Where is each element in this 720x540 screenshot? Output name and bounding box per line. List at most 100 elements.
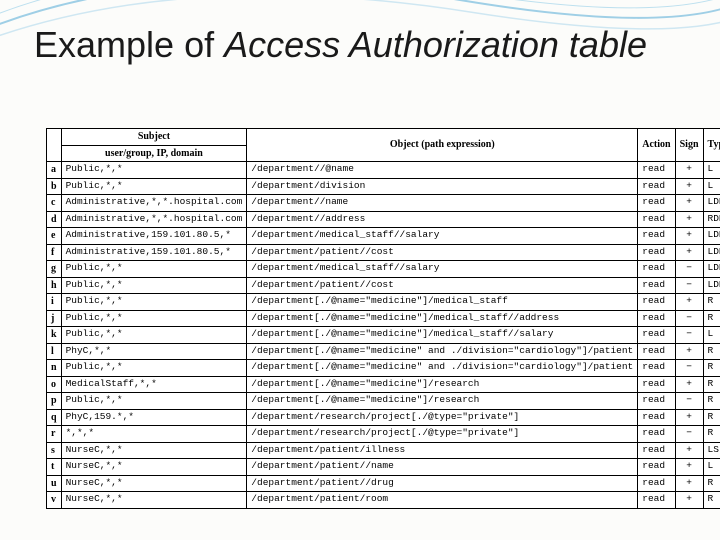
cell-type: R	[703, 310, 720, 327]
cell-type: R	[703, 376, 720, 393]
title-italic: Access Authorization table	[224, 24, 647, 65]
cell-subject: *,*,*	[61, 426, 247, 443]
cell-type: L	[703, 327, 720, 344]
cell-sign: −	[675, 310, 703, 327]
cell-type: LDH	[703, 261, 720, 278]
cell-type: L	[703, 162, 720, 179]
row-id: f	[47, 244, 62, 261]
header-blank	[47, 129, 62, 162]
cell-action: read	[638, 261, 675, 278]
cell-action: read	[638, 343, 675, 360]
cell-subject: Public,*,*	[61, 178, 247, 195]
table-row: r*,*,*/department/research/project[./@ty…	[47, 426, 720, 443]
cell-object: /department/medical_staff//salary	[247, 261, 638, 278]
cell-action: read	[638, 162, 675, 179]
row-id: b	[47, 178, 62, 195]
row-id: g	[47, 261, 62, 278]
table-row: gPublic,*,*/department/medical_staff//sa…	[47, 261, 720, 278]
cell-object: /department/division	[247, 178, 638, 195]
table-row: sNurseC,*,*/department/patient/illnessre…	[47, 442, 720, 459]
table-row: bPublic,*,*/department/divisionread+L	[47, 178, 720, 195]
row-id: q	[47, 409, 62, 426]
cell-type: LDH	[703, 244, 720, 261]
row-id: v	[47, 492, 62, 509]
cell-action: read	[638, 327, 675, 344]
row-id: e	[47, 228, 62, 245]
cell-object: /department[./@name="medicine"]/research	[247, 376, 638, 393]
cell-type: R	[703, 360, 720, 377]
cell-object: /department/research/project[./@type="pr…	[247, 426, 638, 443]
cell-action: read	[638, 376, 675, 393]
cell-action: read	[638, 459, 675, 476]
row-id: o	[47, 376, 62, 393]
cell-sign: +	[675, 178, 703, 195]
cell-sign: −	[675, 327, 703, 344]
cell-type: LDH	[703, 228, 720, 245]
cell-sign: +	[675, 409, 703, 426]
cell-object: /department/patient/illness	[247, 442, 638, 459]
cell-action: read	[638, 475, 675, 492]
cell-action: read	[638, 442, 675, 459]
cell-sign: +	[675, 492, 703, 509]
cell-subject: Public,*,*	[61, 327, 247, 344]
cell-type: R	[703, 393, 720, 410]
cell-object: /department/patient//cost	[247, 277, 638, 294]
row-id: k	[47, 327, 62, 344]
cell-subject: Public,*,*	[61, 360, 247, 377]
row-id: p	[47, 393, 62, 410]
cell-subject: Public,*,*	[61, 261, 247, 278]
cell-subject: NurseC,*,*	[61, 459, 247, 476]
cell-type: LDH	[703, 195, 720, 212]
table-row: eAdministrative,159.101.80.5,*/departmen…	[47, 228, 720, 245]
cell-action: read	[638, 409, 675, 426]
cell-type: R	[703, 426, 720, 443]
cell-action: read	[638, 294, 675, 311]
cell-sign: +	[675, 442, 703, 459]
cell-sign: +	[675, 475, 703, 492]
row-id: i	[47, 294, 62, 311]
cell-subject: Administrative,159.101.80.5,*	[61, 244, 247, 261]
header-subject-sub: user/group, IP, domain	[61, 145, 247, 162]
table-row: hPublic,*,*/department/patient//costread…	[47, 277, 720, 294]
cell-subject: NurseC,*,*	[61, 475, 247, 492]
row-id: d	[47, 211, 62, 228]
cell-object: /department/research/project[./@type="pr…	[247, 409, 638, 426]
cell-object: /department[./@name="medicine" and ./div…	[247, 360, 638, 377]
cell-sign: +	[675, 294, 703, 311]
table-row: pPublic,*,*/department[./@name="medicine…	[47, 393, 720, 410]
cell-sign: +	[675, 459, 703, 476]
cell-action: read	[638, 178, 675, 195]
authorization-table-container: Subject Object (path expression) Action …	[46, 128, 682, 509]
cell-object: /department/patient/room	[247, 492, 638, 509]
cell-subject: Administrative,*,*.hospital.com	[61, 195, 247, 212]
cell-subject: Public,*,*	[61, 162, 247, 179]
cell-object: /department[./@name="medicine"]/research	[247, 393, 638, 410]
row-id: s	[47, 442, 62, 459]
cell-sign: +	[675, 244, 703, 261]
cell-type: R	[703, 492, 720, 509]
header-row-1: Subject Object (path expression) Action …	[47, 129, 720, 146]
row-id: t	[47, 459, 62, 476]
row-id: a	[47, 162, 62, 179]
table-row: uNurseC,*,*/department/patient//drugread…	[47, 475, 720, 492]
table-body: aPublic,*,*/department//@nameread+LbPubl…	[47, 162, 720, 509]
header-action: Action	[638, 129, 675, 162]
cell-object: /department/patient//name	[247, 459, 638, 476]
cell-sign: −	[675, 426, 703, 443]
cell-subject: PhyC,159.*,*	[61, 409, 247, 426]
cell-object: /department[./@name="medicine"]/medical_…	[247, 310, 638, 327]
header-object: Object (path expression)	[247, 129, 638, 162]
table-row: iPublic,*,*/department[./@name="medicine…	[47, 294, 720, 311]
cell-action: read	[638, 195, 675, 212]
cell-subject: Public,*,*	[61, 393, 247, 410]
cell-subject: Administrative,*,*.hospital.com	[61, 211, 247, 228]
title-plain: Example of	[34, 24, 224, 65]
table-row: lPhyC,*,*/department[./@name="medicine" …	[47, 343, 720, 360]
cell-action: read	[638, 426, 675, 443]
table-row: oMedicalStaff,*,*/department[./@name="me…	[47, 376, 720, 393]
cell-sign: +	[675, 195, 703, 212]
cell-subject: Administrative,159.101.80.5,*	[61, 228, 247, 245]
cell-action: read	[638, 310, 675, 327]
cell-subject: NurseC,*,*	[61, 492, 247, 509]
cell-sign: +	[675, 376, 703, 393]
